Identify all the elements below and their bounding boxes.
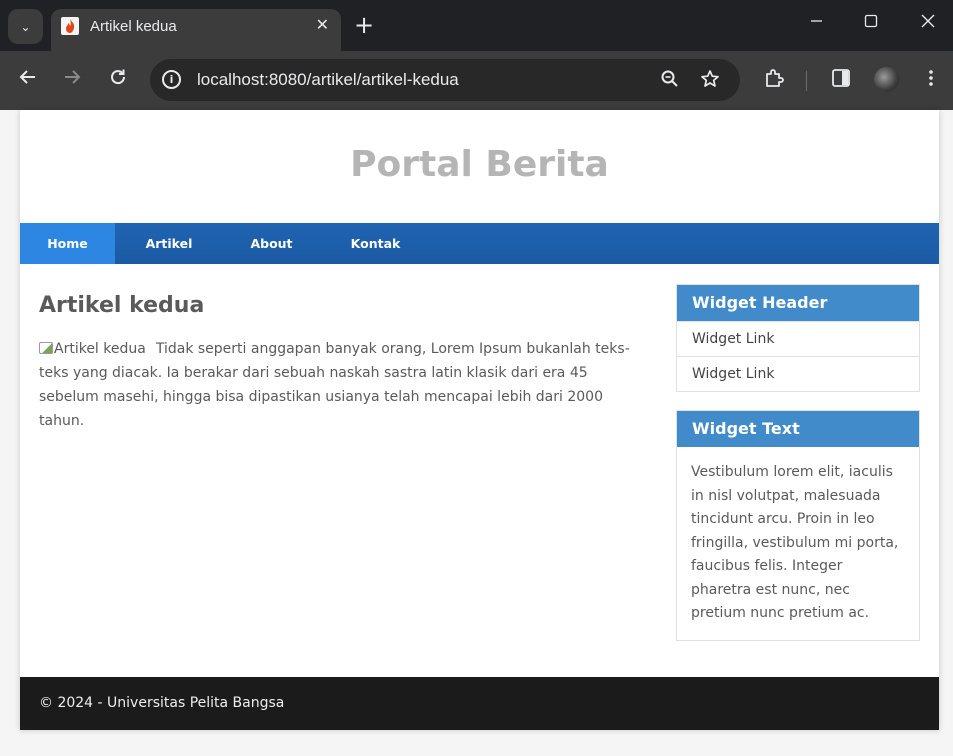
new-tab-button[interactable]: + <box>354 12 374 38</box>
codeigniter-favicon-icon <box>61 17 79 35</box>
site-title: Portal Berita <box>350 144 609 185</box>
maximize-icon[interactable] <box>864 14 878 32</box>
footer-copyright: © 2024 - Universitas Pelita Bangsa <box>39 695 285 711</box>
nav-about[interactable]: About <box>223 223 320 264</box>
browser-toolbar: i localhost:8080/artikel/artikel-kedua <box>0 51 953 110</box>
tab-search-button[interactable]: ⌄ <box>8 9 43 44</box>
site-info-icon[interactable]: i <box>162 70 181 89</box>
reload-icon[interactable] <box>108 67 128 92</box>
tab-title: Artikel kedua <box>90 18 177 35</box>
zoom-icon[interactable] <box>660 69 680 94</box>
chevron-down-icon: ⌄ <box>20 19 31 34</box>
widget-text: Widget Text Vestibulum lorem elit, iacul… <box>676 410 920 641</box>
more-menu-icon[interactable] <box>926 68 936 94</box>
article-body: Artikel kedua Tidak seperti anggapan bany… <box>39 337 639 433</box>
article-image: Artikel kedua <box>39 337 146 361</box>
nav-home[interactable]: Home <box>20 223 115 264</box>
widget-links: Widget Header Widget Link Widget Link <box>676 284 920 392</box>
url-text[interactable]: localhost:8080/artikel/artikel-kedua <box>197 70 459 90</box>
widget-link-1[interactable]: Widget Link <box>677 321 919 356</box>
widget-link-2[interactable]: Widget Link <box>677 356 919 391</box>
profile-avatar[interactable] <box>874 67 899 92</box>
page-viewport: Portal Berita Home Artikel About Kontak … <box>0 110 953 756</box>
site-header: Portal Berita <box>20 110 939 223</box>
page-container: Portal Berita Home Artikel About Kontak … <box>20 110 939 730</box>
tab-close-icon[interactable]: ✕ <box>316 15 329 34</box>
extensions-puzzle-icon[interactable] <box>764 68 785 95</box>
nav-kontak[interactable]: Kontak <box>320 223 431 264</box>
widget-text-content: Vestibulum lorem elit, iaculis in nisl v… <box>691 464 899 621</box>
bookmark-star-icon[interactable] <box>700 69 720 94</box>
nav-artikel[interactable]: Artikel <box>115 223 223 264</box>
side-panel-icon[interactable] <box>831 68 851 94</box>
browser-tab-strip: ⌄ Artikel kedua ✕ + <box>0 0 953 51</box>
browser-tab[interactable]: Artikel kedua ✕ <box>51 9 341 51</box>
widget-header-title: Widget Header <box>677 285 919 321</box>
address-bar[interactable]: i localhost:8080/artikel/artikel-kedua <box>150 59 740 101</box>
article-title: Artikel kedua <box>39 293 205 318</box>
back-arrow-icon[interactable] <box>18 67 38 92</box>
toolbar-separator <box>806 71 807 91</box>
main-nav: Home Artikel About Kontak <box>20 223 939 264</box>
minimize-icon[interactable] <box>810 14 823 31</box>
window-close-icon[interactable] <box>921 14 935 32</box>
site-footer: © 2024 - Universitas Pelita Bangsa <box>20 677 939 730</box>
widget-text-title: Widget Text <box>677 411 919 447</box>
broken-image-icon <box>39 342 53 354</box>
forward-arrow-icon[interactable] <box>62 67 82 92</box>
article-image-alt: Artikel kedua <box>54 341 146 357</box>
